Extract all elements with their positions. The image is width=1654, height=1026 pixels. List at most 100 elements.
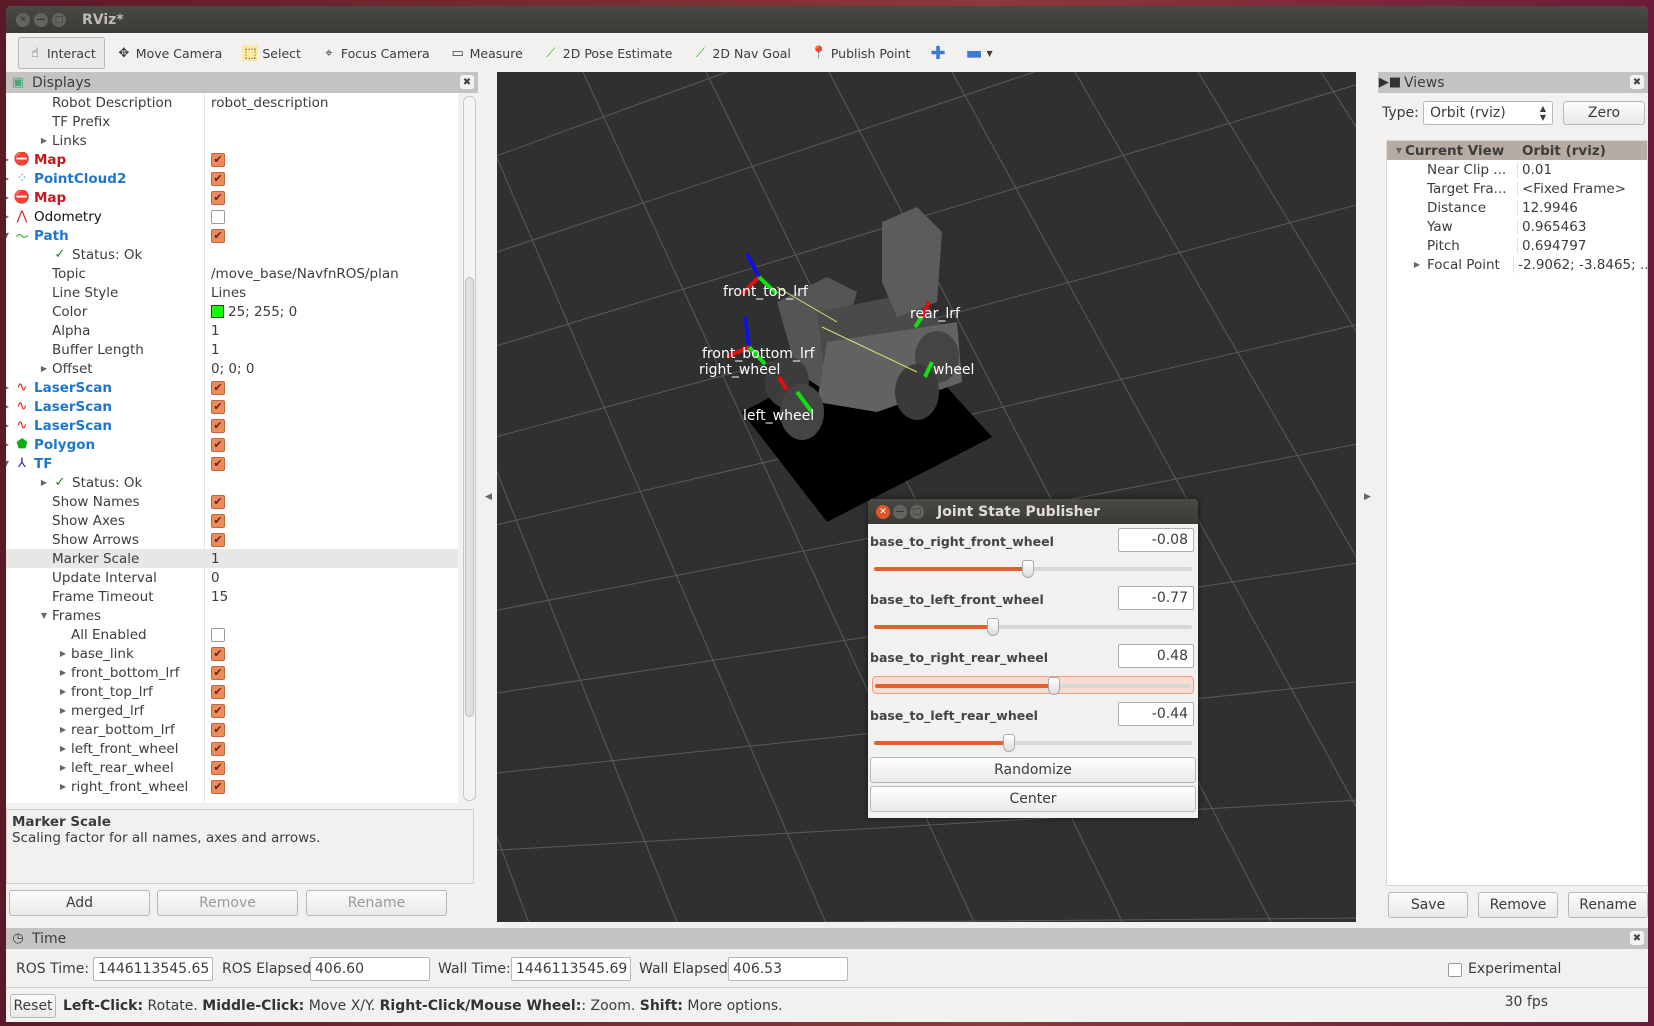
rename-view-button[interactable]: Rename: [1568, 892, 1648, 918]
enabled-checkbox[interactable]: ✔: [211, 190, 225, 205]
display-row[interactable]: ▶ ∿ LaserScan ✔: [6, 416, 458, 435]
display-row[interactable]: Show Axes ✔: [6, 511, 458, 530]
display-row[interactable]: ▶ ∿ LaserScan ✔: [6, 378, 458, 397]
expand-arrow-icon[interactable]: ▶: [57, 668, 69, 677]
display-row[interactable]: ▶ ⋀ Odometry: [6, 207, 458, 226]
display-row-value[interactable]: ✔: [204, 722, 225, 737]
display-row[interactable]: Robot Description robot_description: [6, 93, 458, 112]
display-row-value[interactable]: ✔: [204, 152, 225, 167]
expand-arrow-icon[interactable]: ▶: [57, 744, 69, 753]
view-property-row[interactable]: Target Fra... <Fixed Frame>: [1387, 179, 1647, 198]
expand-arrow-icon[interactable]: ▶: [57, 687, 69, 696]
current-view-header[interactable]: ▼ Current View Orbit (rviz): [1387, 141, 1647, 160]
display-row[interactable]: Color 25; 255; 0: [6, 302, 458, 321]
display-row-value[interactable]: /move_base/NavfnROS/plan: [204, 266, 399, 282]
display-row[interactable]: ✓ Status: Ok: [6, 245, 458, 264]
expand-arrow-icon[interactable]: ▶: [57, 706, 69, 715]
display-row[interactable]: ▶ ∿ LaserScan ✔: [6, 397, 458, 416]
enabled-checkbox[interactable]: ✔: [211, 437, 225, 452]
expand-arrow-icon[interactable]: ▶: [57, 763, 69, 772]
display-row[interactable]: ▶ ⁘ PointCloud2 ✔: [6, 169, 458, 188]
displays-scrollbar[interactable]: [463, 96, 476, 801]
experimental-checkbox[interactable]: [1448, 963, 1462, 977]
display-row-value[interactable]: ✔: [204, 380, 225, 395]
display-row[interactable]: ▶ Offset 0; 0; 0: [6, 359, 458, 378]
ros-time-field[interactable]: 1446113545.65: [93, 957, 213, 981]
display-row-value[interactable]: ✔: [204, 779, 225, 794]
ros-elapsed-field[interactable]: 406.60: [310, 957, 430, 981]
enabled-checkbox[interactable]: ✔: [211, 399, 225, 414]
slider-handle[interactable]: [1047, 677, 1060, 695]
display-row-value[interactable]: 1: [204, 551, 220, 567]
left-splitter-arrow[interactable]: ◀: [485, 492, 492, 502]
expand-arrow-icon[interactable]: ▶: [38, 478, 50, 487]
display-row[interactable]: Frame Timeout 15: [6, 587, 458, 606]
tool-2d-nav-goal[interactable]: ⟋ 2D Nav Goal: [683, 37, 799, 69]
close-icon[interactable]: ✖: [1630, 931, 1644, 945]
enabled-checkbox[interactable]: ✔: [211, 760, 225, 775]
joint-value-field[interactable]: -0.08: [1118, 528, 1194, 552]
color-swatch[interactable]: [211, 305, 224, 318]
rename-display-button[interactable]: Rename: [306, 890, 447, 916]
tool-move-camera[interactable]: ✥ Move Camera: [107, 37, 232, 69]
collapse-arrow-icon[interactable]: ▼: [38, 611, 50, 620]
display-row[interactable]: Show Names ✔: [6, 492, 458, 511]
display-row[interactable]: ▶ ⬟ Polygon ✔: [6, 435, 458, 454]
enabled-checkbox[interactable]: [211, 627, 225, 642]
joint-value-field[interactable]: -0.44: [1118, 702, 1194, 726]
display-row[interactable]: Marker Scale 1: [6, 549, 458, 568]
expand-arrow-icon[interactable]: ▶: [6, 212, 12, 221]
display-row[interactable]: ▶ right_front_wheel ✔: [6, 777, 458, 796]
expand-arrow-icon[interactable]: ▶: [6, 383, 12, 392]
enabled-checkbox[interactable]: ✔: [211, 380, 225, 395]
display-row-value[interactable]: ✔: [204, 228, 225, 243]
wall-elapsed-field[interactable]: 406.53: [728, 957, 848, 981]
joint-slider[interactable]: [872, 734, 1194, 752]
display-row[interactable]: ▼〜 Path ✔: [6, 226, 458, 245]
display-row-value[interactable]: ✔: [204, 646, 225, 661]
maximize-window-button[interactable]: □: [910, 504, 924, 519]
display-row-value[interactable]: ✔: [204, 171, 225, 186]
display-row-value[interactable]: ✔: [204, 741, 225, 756]
close-window-button[interactable]: ✕: [16, 12, 30, 27]
wall-time-field[interactable]: 1446113545.69: [511, 957, 631, 981]
display-row[interactable]: ▶ ✓ Status: Ok: [6, 473, 458, 492]
tool-publish-point[interactable]: 📍 Publish Point: [802, 37, 920, 69]
display-row[interactable]: ▼ ⅄ TF ✔: [6, 454, 458, 473]
display-row[interactable]: ▶ merged_lrf ✔: [6, 701, 458, 720]
view-property-row[interactable]: Pitch 0.694797: [1387, 236, 1647, 255]
add-display-button[interactable]: Add: [9, 890, 150, 916]
display-row-value[interactable]: ✔: [204, 684, 225, 699]
joint-value-field[interactable]: -0.77: [1118, 586, 1194, 610]
display-row[interactable]: ▶⛔Map ✔: [6, 188, 458, 207]
display-row-value[interactable]: [204, 627, 225, 642]
enabled-checkbox[interactable]: ✔: [211, 513, 225, 528]
minimize-window-button[interactable]: —: [893, 504, 907, 519]
enabled-checkbox[interactable]: ✔: [211, 703, 225, 718]
collapse-arrow-icon[interactable]: ▼: [1393, 146, 1405, 155]
enabled-checkbox[interactable]: ✔: [211, 456, 225, 471]
display-row[interactable]: Show Arrows ✔: [6, 530, 458, 549]
display-row-value[interactable]: 1: [204, 342, 220, 358]
display-row[interactable]: Update Interval 0: [6, 568, 458, 587]
display-row-value[interactable]: [204, 209, 225, 224]
display-row-value[interactable]: ✔: [204, 418, 225, 433]
enabled-checkbox[interactable]: ✔: [211, 494, 225, 509]
view-property-row[interactable]: Near Clip ... 0.01: [1387, 160, 1647, 179]
tool-measure[interactable]: ▭ Measure: [441, 37, 532, 69]
display-row-value[interactable]: 25; 255; 0: [204, 304, 297, 320]
display-row-value[interactable]: ✔: [204, 532, 225, 547]
enabled-checkbox[interactable]: ✔: [211, 532, 225, 547]
display-row[interactable]: ▶ left_rear_wheel ✔: [6, 758, 458, 777]
display-row[interactable]: ▼ Frames: [6, 606, 458, 625]
reset-button[interactable]: Reset: [10, 994, 56, 1018]
display-row[interactable]: TF Prefix: [6, 112, 458, 131]
display-row-value[interactable]: ✔: [204, 399, 225, 414]
joint-slider[interactable]: [872, 618, 1194, 636]
display-row-value[interactable]: ✔: [204, 456, 225, 471]
display-row[interactable]: ▶ front_top_lrf ✔: [6, 682, 458, 701]
view-type-select[interactable]: Orbit (rviz) ▲ ▼: [1423, 101, 1553, 125]
display-row-value[interactable]: ✔: [204, 190, 225, 205]
joint-value-field[interactable]: 0.48: [1118, 644, 1194, 668]
slider-handle[interactable]: [1021, 560, 1034, 578]
